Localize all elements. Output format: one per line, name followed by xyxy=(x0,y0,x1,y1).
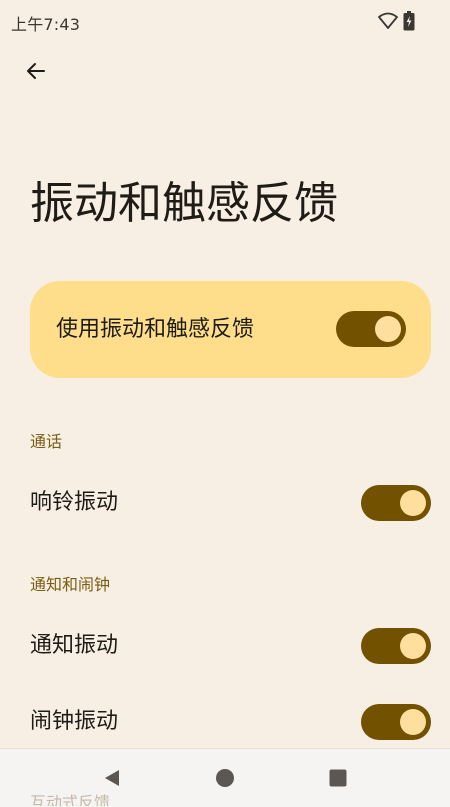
wifi-icon xyxy=(378,12,398,29)
section-header-notifications-alarms: 通知和闹钟 xyxy=(30,575,111,594)
nav-home-button[interactable] xyxy=(212,765,238,791)
recents-square-icon xyxy=(329,769,347,787)
setting-label: 通知振动 xyxy=(30,633,119,658)
alarm-vibration-switch[interactable] xyxy=(361,704,431,740)
status-icons xyxy=(378,10,418,32)
status-bar: 上午7:43 xyxy=(0,0,450,40)
main-vibration-switch[interactable] xyxy=(336,311,406,347)
back-button[interactable] xyxy=(14,49,58,93)
nav-back-button[interactable] xyxy=(99,765,125,791)
battery-charging-icon xyxy=(403,11,415,31)
setting-row-alarm-vibration[interactable]: 闹钟振动 xyxy=(0,690,450,754)
ring-vibration-switch[interactable] xyxy=(361,485,431,521)
main-vibration-toggle-card[interactable]: 使用振动和触感反馈 xyxy=(30,281,431,378)
switch-knob xyxy=(400,490,426,516)
home-circle-icon xyxy=(216,769,234,787)
setting-label: 闹钟振动 xyxy=(30,709,119,734)
page-title: 振动和触感反馈 xyxy=(30,178,338,229)
setting-label: 响铃振动 xyxy=(30,490,119,515)
setting-row-notification-vibration[interactable]: 通知振动 xyxy=(0,614,450,678)
nav-recents-button[interactable] xyxy=(325,765,351,791)
back-triangle-icon xyxy=(105,770,119,786)
switch-knob xyxy=(400,709,426,735)
section-header-interactive-feedback: 互动式反馈 xyxy=(30,793,111,806)
main-toggle-label: 使用振动和触感反馈 xyxy=(56,317,255,342)
switch-knob xyxy=(375,316,401,342)
setting-row-ring-vibration[interactable]: 响铃振动 xyxy=(0,471,450,535)
arrow-back-icon xyxy=(27,63,45,79)
status-time: 上午7:43 xyxy=(11,15,81,34)
notification-vibration-switch[interactable] xyxy=(361,628,431,664)
switch-knob xyxy=(400,633,426,659)
section-header-calls: 通话 xyxy=(30,432,63,451)
